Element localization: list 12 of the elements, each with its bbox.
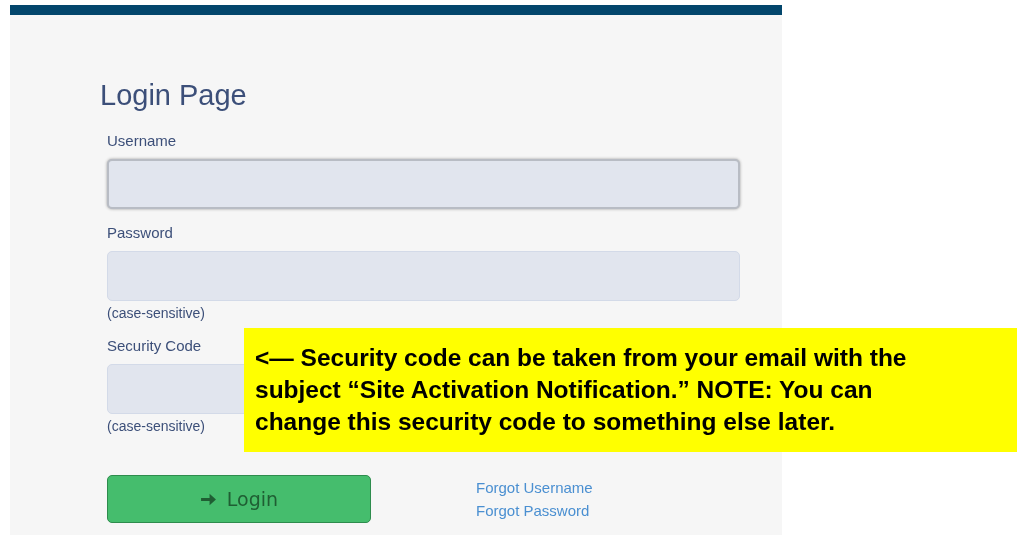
input-field[interactable] xyxy=(107,251,740,301)
page-title: Login Page xyxy=(100,78,248,113)
field-hint: (case-sensitive) xyxy=(107,304,206,322)
callout-text: <— Security code can be taken from your email with the subject “Site Activation Notification.” NOTE: You can change this security code to something else later. xyxy=(255,343,908,437)
field-label: Password xyxy=(107,223,174,243)
field-hint: (case-sensitive) xyxy=(107,417,206,435)
field-label: Username xyxy=(107,131,178,151)
login-button[interactable]: Login xyxy=(107,475,371,523)
field-label: Security Code xyxy=(107,336,203,356)
forgot-link[interactable]: Forgot Password xyxy=(476,499,593,522)
input-field[interactable] xyxy=(107,159,740,209)
forgot-link[interactable]: Forgot Username xyxy=(476,476,593,499)
